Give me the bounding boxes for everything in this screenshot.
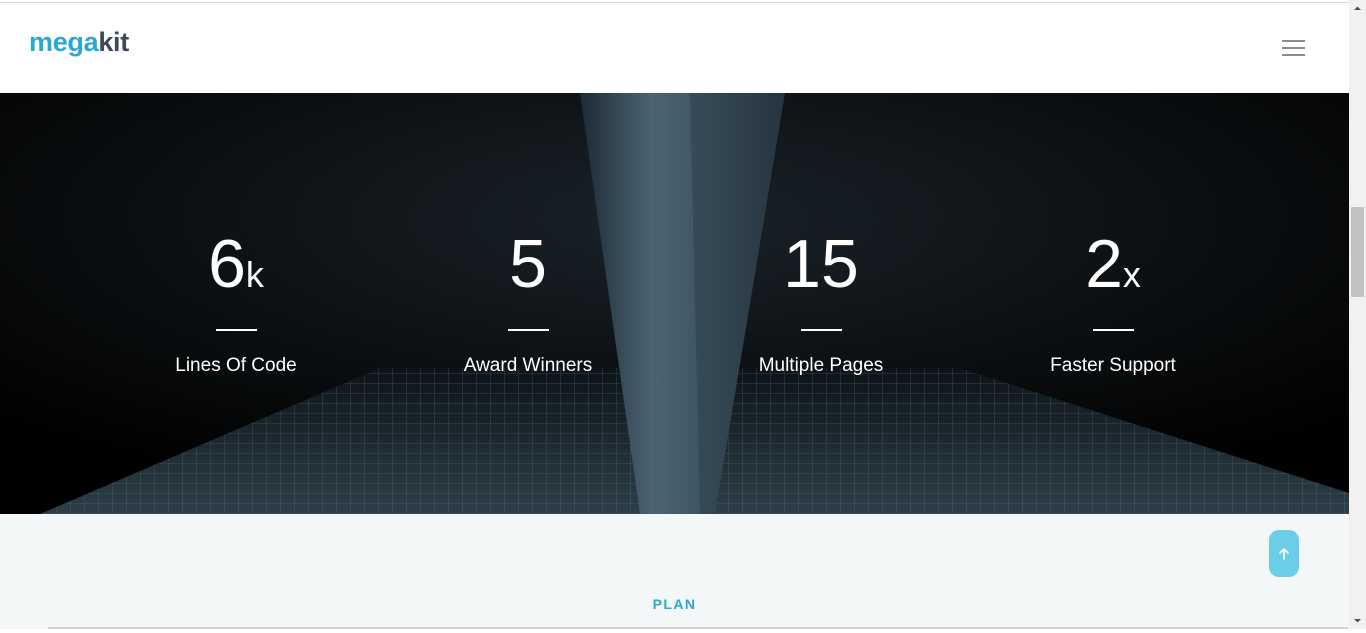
counter-value: 6k [116, 223, 356, 305]
counter-label: Award Winners [463, 355, 593, 376]
counter-number: 15 [783, 226, 859, 302]
section-subtitle-plan: PLAN [652, 596, 697, 612]
counter-suffix: k [245, 254, 264, 295]
scrollbar-thumb[interactable] [1351, 207, 1364, 297]
counter-label: Multiple Pages [758, 355, 884, 376]
counters-row: 6k Lines Of Code 5 Award Winners 15 Mult… [0, 93, 1349, 514]
plan-section: PLAN [0, 514, 1349, 629]
menu-bar [1282, 40, 1305, 42]
counter-lines-of-code: 6k Lines Of Code [116, 223, 356, 377]
counter-value: 15 [701, 223, 941, 305]
counter-label: Faster Support [1050, 355, 1176, 376]
counter-value: 2x [993, 223, 1233, 305]
counter-divider [800, 329, 842, 331]
counter-divider [215, 329, 257, 331]
menu-bar [1282, 54, 1305, 56]
counter-divider [507, 329, 549, 331]
counter-suffix: x [1122, 254, 1141, 295]
logo-part-kit: kit [98, 27, 129, 57]
hamburger-menu-icon[interactable] [1282, 39, 1306, 57]
arrow-up-icon [1279, 548, 1289, 560]
counter-value: 5 [408, 223, 648, 305]
page: megakit 6k Lines Of Code 5 Award Winners… [0, 0, 1349, 629]
logo[interactable]: megakit [29, 27, 129, 58]
counter-label: Lines Of Code [175, 355, 297, 376]
scroll-down-arrow-icon[interactable] [1349, 612, 1366, 629]
scroll-up-arrow-icon[interactable] [1349, 0, 1366, 17]
counter-divider [1092, 329, 1134, 331]
counter-number: 2 [1085, 226, 1123, 302]
counter-number: 6 [208, 226, 246, 302]
back-to-top-button[interactable] [1269, 530, 1299, 577]
menu-bar [1282, 47, 1305, 49]
counter-section: 6k Lines Of Code 5 Award Winners 15 Mult… [0, 93, 1349, 514]
logo-part-mega: mega [29, 27, 99, 57]
counter-multiple-pages: 15 Multiple Pages [701, 223, 941, 377]
vertical-scrollbar[interactable] [1349, 0, 1366, 629]
counter-number: 5 [509, 226, 547, 302]
site-header: megakit [0, 3, 1349, 93]
counter-award-winners: 5 Award Winners [408, 223, 648, 377]
counter-faster-support: 2x Faster Support [993, 223, 1233, 377]
